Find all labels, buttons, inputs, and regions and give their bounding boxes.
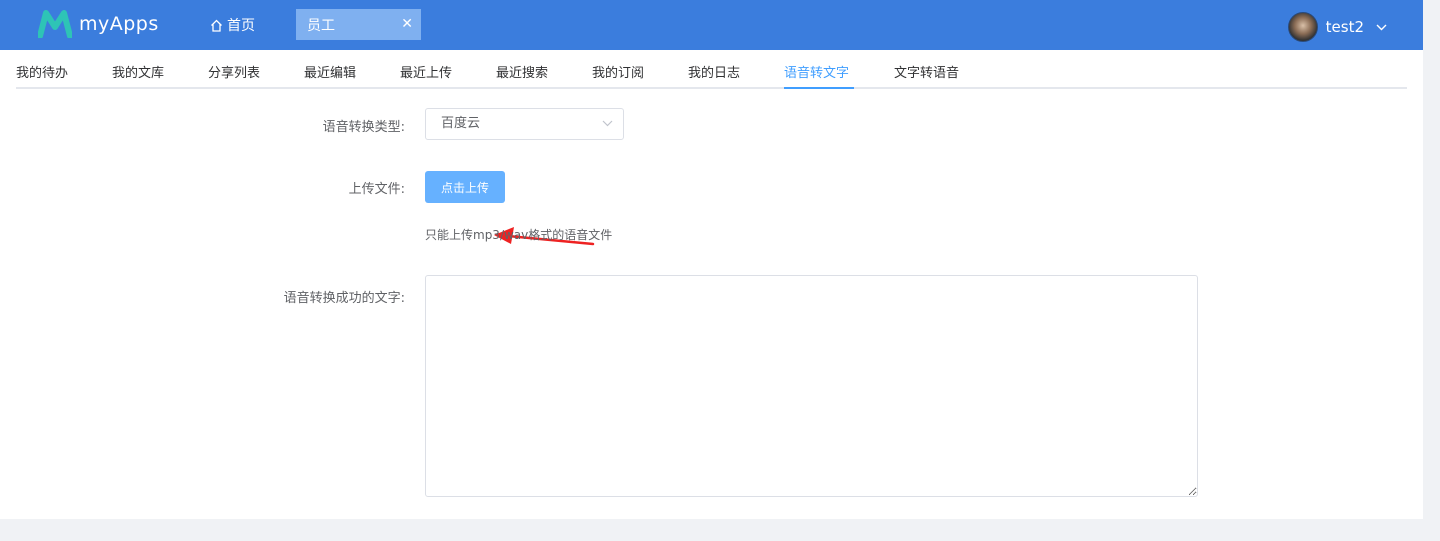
footer-strip <box>0 519 1440 541</box>
tab-my-log[interactable]: 我的日志 <box>688 62 740 81</box>
tab-recent-edit[interactable]: 最近编辑 <box>304 62 356 81</box>
tab-my-todo[interactable]: 我的待办 <box>16 62 68 81</box>
main-content: 我的待办 我的文库 分享列表 最近编辑 最近上传 最近搜索 我的订阅 我的日志 … <box>0 50 1423 519</box>
close-icon[interactable]: ✕ <box>401 16 413 32</box>
upload-hint: 只能上传mp3/wav格式的语音文件 <box>425 228 613 242</box>
home-link[interactable]: 首页 <box>210 15 255 35</box>
result-text-label: 语音转换成功的文字: <box>283 291 405 306</box>
nav-tabs: 我的待办 我的文库 分享列表 最近编辑 最近上传 最近搜索 我的订阅 我的日志 … <box>16 50 1407 89</box>
tab-my-library[interactable]: 我的文库 <box>112 62 164 81</box>
home-label: 首页 <box>227 18 255 34</box>
upload-button[interactable]: 点击上传 <box>425 171 505 203</box>
conversion-type-label: 语音转换类型: <box>322 120 405 135</box>
tab-recent-search[interactable]: 最近搜索 <box>496 62 548 81</box>
tab-speech-to-text[interactable]: 语音转文字 <box>784 62 849 81</box>
open-tab-employee[interactable]: 员工 ✕ <box>296 9 421 40</box>
home-icon <box>211 19 222 32</box>
user-menu[interactable]: test2 <box>1287 12 1387 42</box>
active-tab-indicator <box>784 87 854 89</box>
conversion-type-select[interactable]: 百度云 <box>425 108 624 140</box>
tab-recent-upload[interactable]: 最近上传 <box>400 62 452 81</box>
app-name: myApps <box>79 13 159 35</box>
chevron-down-icon <box>602 120 613 127</box>
tab-text-to-speech[interactable]: 文字转语音 <box>894 62 959 81</box>
upload-file-label: 上传文件: <box>348 182 405 197</box>
avatar <box>1287 12 1318 42</box>
tab-share-list[interactable]: 分享列表 <box>208 62 260 81</box>
top-header: myApps 首页 员工 ✕ test2 <box>0 0 1423 50</box>
chevron-down-icon <box>1376 24 1387 30</box>
scrollbar-track[interactable] <box>1423 0 1440 519</box>
conversion-type-value: 百度云 <box>441 116 481 131</box>
tab-my-subscription[interactable]: 我的订阅 <box>592 62 644 81</box>
open-tab-label: 员工 <box>307 17 335 34</box>
result-textarea[interactable] <box>425 275 1198 497</box>
logo-m-icon <box>38 10 72 38</box>
user-name: test2 <box>1325 18 1364 36</box>
app-logo[interactable]: myApps <box>38 10 159 38</box>
